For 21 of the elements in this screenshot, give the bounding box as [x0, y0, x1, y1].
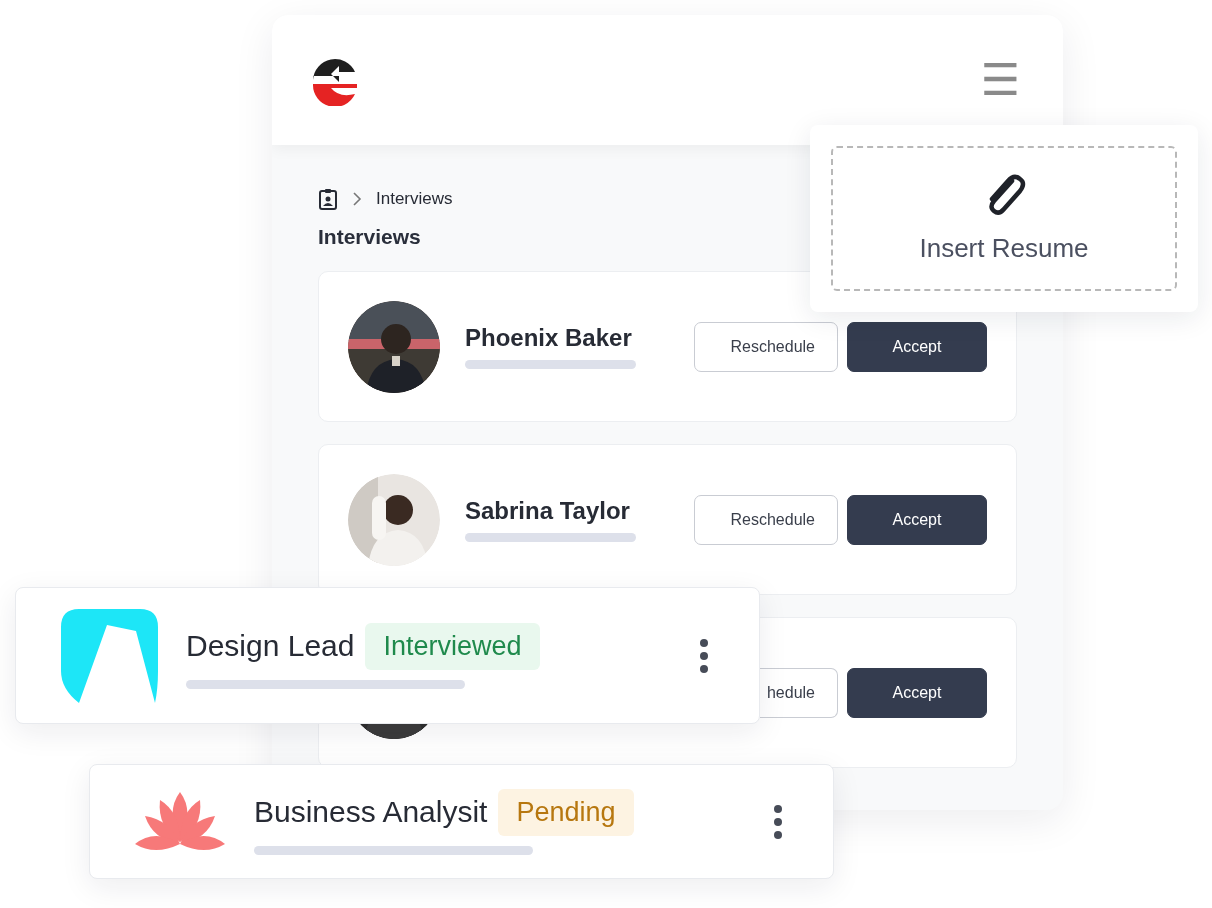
job-title: Design Lead [186, 629, 355, 663]
resume-dropzone[interactable]: Insert Resume [831, 146, 1177, 291]
more-options-icon[interactable] [773, 803, 783, 840]
breadcrumb-item[interactable]: Interviews [376, 189, 453, 209]
chevron-right-icon [352, 192, 362, 206]
status-badge: Pending [498, 788, 634, 836]
arch-logo-icon [61, 608, 158, 703]
status-badge: Interviewed [365, 622, 540, 670]
reschedule-button[interactable]: hedule [760, 667, 838, 718]
page-title: Interviews [318, 225, 421, 249]
lotus-icon [135, 791, 225, 852]
job-title: Business Analysit [254, 795, 488, 829]
reschedule-button[interactable]: Reschedule [694, 494, 838, 545]
more-options-icon[interactable] [699, 637, 709, 674]
candidate-name: Sabrina Taylor [465, 497, 631, 526]
candidate-name: Phoenix Baker [465, 324, 633, 353]
id-badge-icon [318, 188, 338, 210]
accept-button[interactable]: Accept [847, 667, 987, 718]
accept-button[interactable]: Accept [847, 494, 987, 545]
reschedule-button[interactable]: Reschedule [694, 321, 838, 372]
accept-button[interactable]: Accept [847, 321, 987, 372]
